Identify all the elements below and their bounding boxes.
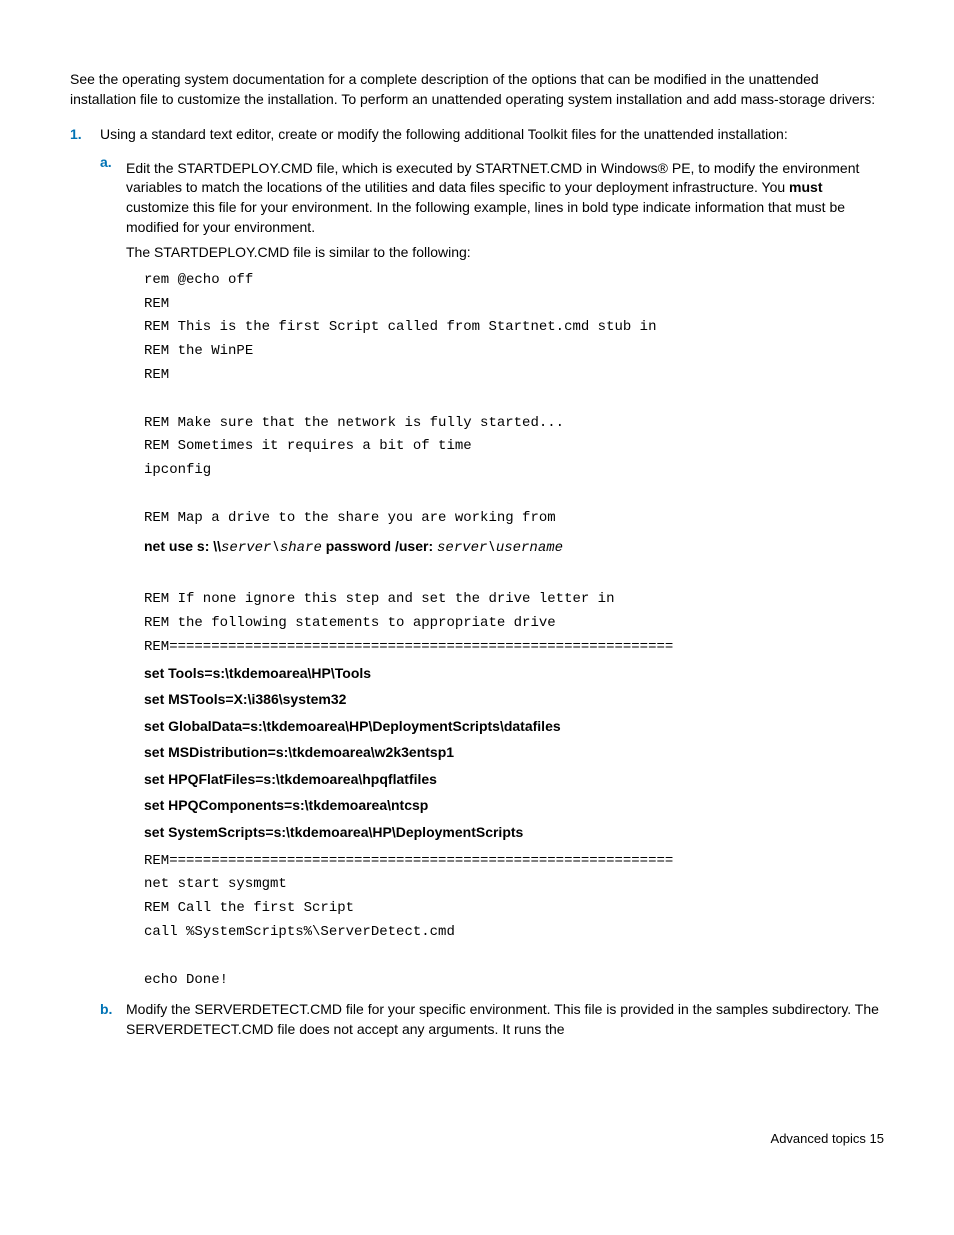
netuse-ital2: server\username — [437, 540, 563, 556]
ordered-list: 1. Using a standard text editor, create … — [70, 125, 884, 1039]
step1b-text: Modify the SERVERDETECT.CMD file for you… — [126, 1001, 879, 1037]
sub-letter-a: a. — [100, 153, 126, 993]
code-block-1: rem @echo off REM REM This is the first … — [144, 269, 884, 531]
step1a-para2: The STARTDEPLOY.CMD file is similar to t… — [126, 243, 884, 263]
netuse-ital1: server\share — [221, 540, 322, 556]
step1-text: Using a standard text editor, create or … — [100, 125, 884, 145]
p1-bold: must — [789, 179, 822, 195]
p1-prefix: Edit the STARTDEPLOY.CMD file, which is … — [126, 160, 859, 196]
code-block-2: REM If none ignore this step and set the… — [144, 564, 884, 659]
intro-paragraph: See the operating system documentation f… — [70, 70, 884, 109]
step-1a: a. Edit the STARTDEPLOY.CMD file, which … — [100, 153, 884, 993]
step-1a-body: Edit the STARTDEPLOY.CMD file, which is … — [126, 153, 884, 993]
step-1b: b. Modify the SERVERDETECT.CMD file for … — [100, 1000, 884, 1039]
p1-suffix: customize this file for your environment… — [126, 199, 845, 235]
page-footer: Advanced topics 15 — [70, 1130, 884, 1148]
step-body: Using a standard text editor, create or … — [100, 125, 884, 1039]
step-1b-body: Modify the SERVERDETECT.CMD file for you… — [126, 1000, 884, 1039]
sub-letter-b: b. — [100, 1000, 126, 1039]
netuse-bold1: net use s: \\ — [144, 538, 221, 554]
step1a-para1: Edit the STARTDEPLOY.CMD file, which is … — [126, 159, 884, 237]
netuse-line: net use s: \\server\share password /user… — [144, 535, 884, 561]
set-lines: set Tools=s:\tkdemoarea\HP\Tools set MST… — [144, 660, 884, 846]
netuse-bold2: password /user: — [322, 538, 437, 554]
step-number: 1. — [70, 125, 100, 1039]
code-block-3: REM=====================================… — [144, 850, 884, 993]
step-1: 1. Using a standard text editor, create … — [70, 125, 884, 1039]
